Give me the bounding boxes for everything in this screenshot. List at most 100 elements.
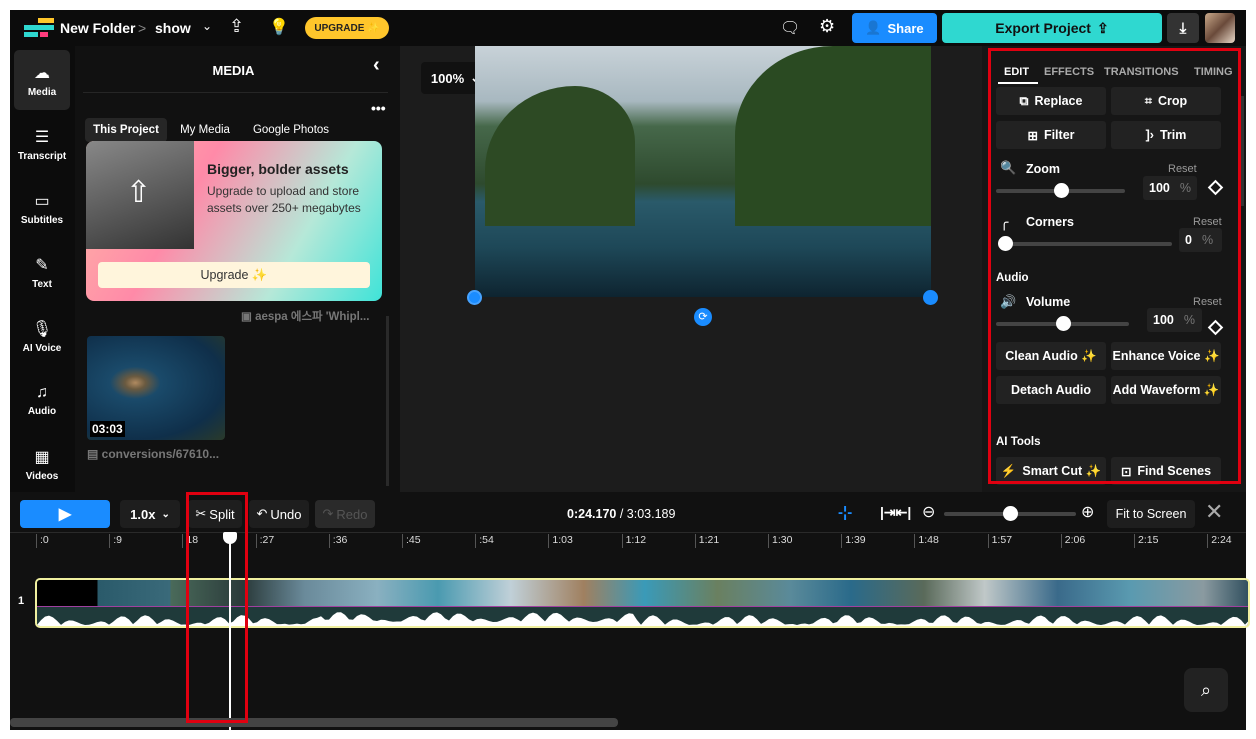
- rail-label: Subtitles: [20, 214, 64, 226]
- ruler-tick: 1:30: [768, 534, 792, 548]
- rail-label: Videos: [25, 470, 59, 482]
- breadcrumb-separator: >: [138, 20, 147, 36]
- speed-value: 1.0x: [130, 506, 156, 522]
- video-frame[interactable]: [475, 46, 931, 297]
- rail-item-videos[interactable]: ▦ Videos: [14, 434, 70, 494]
- mic-icon: 🎙: [31, 320, 53, 338]
- ruler-tick: 2:15: [1134, 534, 1158, 548]
- snap-icon[interactable]: -¦-: [838, 504, 852, 521]
- redo-icon: ↷: [322, 506, 334, 521]
- media-title: MEDIA: [212, 63, 255, 78]
- more-options-icon[interactable]: •••: [371, 100, 386, 116]
- ruler-tick: 1:03: [548, 534, 573, 548]
- ruler-tick: 2:06: [1060, 534, 1085, 548]
- rail-item-audio[interactable]: ♫ Audio: [14, 370, 70, 430]
- ruler-tick: 1:12: [621, 534, 646, 548]
- duration-badge: 03:03: [90, 421, 125, 437]
- current-time: 0:24.170: [567, 507, 617, 521]
- ruler-tick: 1:39: [841, 534, 866, 548]
- rail-item-subtitles[interactable]: ▭ Subtitles: [14, 178, 70, 238]
- ruler-tick: 1:57: [987, 534, 1012, 548]
- ruler-tick: 1:21: [694, 534, 719, 548]
- search-button[interactable]: ⌕: [1184, 668, 1228, 712]
- file-name: aespa 에스파 'Whipl...: [255, 311, 370, 323]
- rail-label: AI Voice: [22, 342, 62, 354]
- upload-cloud-icon: ☁: [34, 64, 50, 82]
- horizontal-scrollbar[interactable]: [10, 718, 618, 727]
- transcript-icon: ☰: [34, 128, 50, 146]
- upload-icon[interactable]: ⇪: [229, 16, 244, 37]
- upgrade-promo-card: ⇧ Bigger, bolder assets Upgrade to uploa…: [86, 141, 382, 301]
- tab-my-media[interactable]: My Media: [171, 118, 239, 142]
- track-number: 1: [18, 595, 25, 607]
- ruler-tick: :27: [255, 534, 274, 548]
- project-name[interactable]: show: [155, 20, 191, 36]
- close-icon[interactable]: ✕: [1205, 499, 1223, 525]
- rail-label: Transcript: [17, 150, 67, 162]
- undo-icon: ↶: [256, 506, 268, 521]
- rotate-handle[interactable]: ⟳: [694, 308, 712, 326]
- rail-label: Audio: [27, 405, 57, 417]
- breadcrumb-folder[interactable]: New Folder: [60, 20, 135, 36]
- media-thumbnail[interactable]: 03:03: [87, 336, 225, 440]
- rail-item-text[interactable]: ✎ Text: [14, 242, 70, 302]
- top-bar: New Folder > show ⌄ ⇪ 💡 UPGRADE ✨ 🗨 ⚙ 👤 S…: [10, 10, 1246, 46]
- fit-arrows-icon[interactable]: |⇥⇤|: [880, 504, 911, 521]
- media-item-name[interactable]: ▤ conversions/67610...: [87, 447, 219, 461]
- left-rail: ☁ Media ☰ Transcript ▭ Subtitles ✎ Text 🎙 AI …: [10, 46, 75, 492]
- fit-to-screen-button[interactable]: Fit to Screen: [1107, 500, 1195, 528]
- tab-this-project[interactable]: This Project: [85, 118, 167, 142]
- tab-google-photos[interactable]: Google Photos: [245, 118, 337, 142]
- rail-item-transcript[interactable]: ☰ Transcript: [14, 114, 70, 174]
- redo-label: Redo: [336, 506, 368, 522]
- undo-button[interactable]: ↶ Undo: [249, 500, 309, 528]
- export-icon: ⇪: [1096, 19, 1109, 36]
- comment-icon[interactable]: 🗨: [780, 18, 800, 38]
- rail-label: Media: [27, 86, 57, 98]
- zoom-out-icon[interactable]: ⊖: [922, 502, 935, 522]
- lightbulb-icon[interactable]: 💡: [269, 17, 289, 37]
- ruler-tick: :36: [328, 534, 347, 548]
- resize-handle[interactable]: [467, 290, 482, 305]
- ruler-tick: :9: [109, 534, 122, 548]
- undo-label: Undo: [270, 506, 302, 522]
- promo-upgrade-button[interactable]: Upgrade ✨: [98, 262, 370, 288]
- timeline-zoom-knob[interactable]: [1003, 506, 1018, 521]
- add-user-icon: 👤: [865, 20, 882, 35]
- ruler-tick: :0: [36, 534, 49, 548]
- gear-icon[interactable]: ⚙: [819, 16, 835, 37]
- subtitles-icon: ▭: [34, 192, 50, 210]
- share-button[interactable]: 👤 Share: [852, 13, 937, 43]
- ruler-tick: :45: [402, 534, 421, 548]
- upgrade-button[interactable]: UPGRADE ✨: [305, 17, 389, 39]
- music-icon: ♫: [36, 383, 48, 401]
- media-scrollbar[interactable]: [386, 316, 389, 486]
- text-icon: ✎: [35, 256, 49, 274]
- upload-icon: ⇧: [126, 176, 152, 209]
- speed-select[interactable]: 1.0x ⌄: [120, 500, 180, 528]
- download-button[interactable]: ⤓: [1167, 13, 1199, 43]
- promo-title: Bigger, bolder assets: [207, 161, 349, 177]
- export-button[interactable]: Export Project ⇪: [942, 13, 1162, 43]
- file-icon: ▤: [87, 447, 102, 461]
- media-item-name[interactable]: ▣ aespa 에스파 'Whipl...: [241, 308, 369, 324]
- file-name: conversions/67610...: [101, 447, 220, 461]
- logo-icon[interactable]: [24, 18, 54, 38]
- film-icon: ▦: [34, 448, 50, 466]
- time-display: 0:24.170 / 3:03.189: [567, 507, 675, 521]
- highlight-box-edit-panel: [988, 48, 1241, 484]
- export-label: Export Project: [995, 20, 1091, 36]
- share-label: Share: [887, 20, 924, 36]
- redo-button[interactable]: ↷ Redo: [315, 500, 375, 528]
- play-button[interactable]: ▶: [20, 500, 110, 528]
- promo-text: Upgrade to upload and store assets over …: [207, 184, 361, 215]
- rail-item-ai-voice[interactable]: 🎙 AI Voice: [14, 306, 70, 366]
- avatar[interactable]: [1205, 13, 1235, 43]
- ruler-tick: 1:48: [914, 534, 939, 548]
- rail-label: Text: [32, 278, 52, 290]
- rail-item-media[interactable]: ☁ Media: [14, 50, 70, 110]
- chevron-down-icon[interactable]: ⌄: [202, 19, 212, 33]
- collapse-panel-icon[interactable]: ‹: [373, 54, 380, 77]
- zoom-in-icon[interactable]: ⊕: [1081, 502, 1094, 522]
- resize-handle[interactable]: [923, 290, 938, 305]
